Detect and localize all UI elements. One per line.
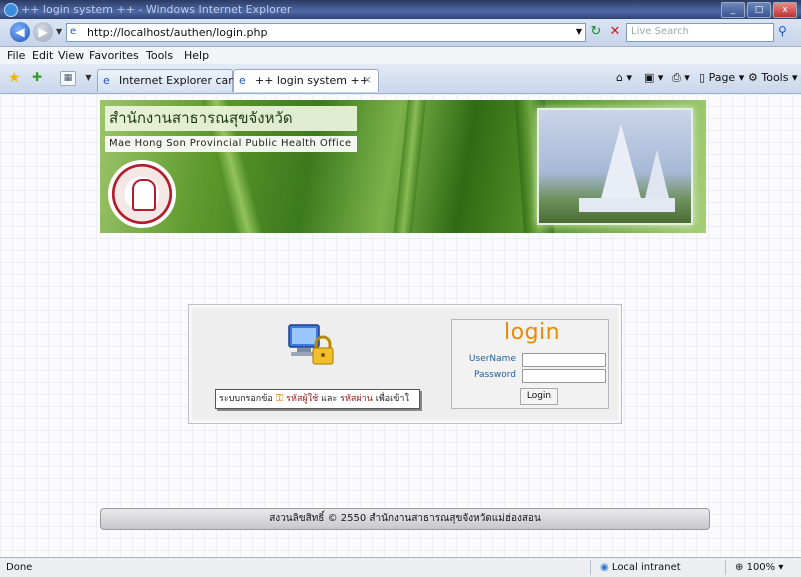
zoom-icon: ⊕ [735, 562, 744, 573]
header-banner: สำนักงานสาธารณสุขจังหวัดแม่ฮ่องสอน Mae H… [100, 100, 706, 233]
tab-page-icon: e [103, 74, 110, 87]
grass-decoration [391, 100, 427, 233]
address-toolbar: ◀ ▶ ▼ e http://localhost/authen/login.ph… [0, 19, 801, 47]
address-dropdown-icon[interactable]: ▼ [576, 27, 582, 36]
username-label: UserName [468, 354, 516, 364]
stop-icon[interactable]: ✕ [607, 24, 623, 39]
banner-english-title: Mae Hong Son Provincial Public Health Of… [105, 136, 357, 152]
forward-button[interactable]: ▶ [33, 22, 53, 42]
login-panel: ระบบกรอกข้อ ⚿ รหัสผู้ใช้ และ รหัสผ่าน เพ… [188, 304, 622, 424]
status-bar: Done ◉ Local intranet ⊕ 100% ▾ [0, 557, 801, 577]
login-heading: login [504, 320, 561, 345]
back-button[interactable]: ◀ [10, 22, 30, 42]
page-icon: e [70, 26, 77, 37]
notice-username: รหัสผู้ใช้ [286, 394, 319, 404]
menu-tools[interactable]: Tools [146, 49, 173, 62]
login-form: login UserName Password Login [451, 319, 609, 409]
search-icon[interactable]: ⚲ [778, 24, 787, 38]
password-input[interactable] [522, 369, 606, 383]
quick-tabs-icon[interactable]: ▦ [60, 71, 76, 86]
tab-ie-cannot[interactable]: e Internet Explorer cannot... [97, 69, 264, 92]
feeds-icon[interactable]: ▣ ▾ [644, 71, 663, 84]
address-field[interactable]: e http://localhost/authen/login.php ▼ [66, 23, 586, 42]
login-notice: ระบบกรอกข้อ ⚿ รหัสผู้ใช้ และ รหัสผ่าน เพ… [215, 389, 420, 409]
tab-label: ++ login system ++ [255, 74, 369, 87]
password-label: Password [473, 370, 516, 380]
close-tab-icon[interactable]: × [363, 73, 372, 86]
tab-toolbar: ★ ✚ ▦ ▼ e Internet Explorer cannot... e … [0, 64, 801, 94]
history-dropdown-icon[interactable]: ▼ [56, 27, 62, 36]
page-menu-label: Page [708, 71, 736, 84]
menu-help[interactable]: Help [184, 49, 209, 62]
window-title: ++ login system ++ - Windows Internet Ex… [21, 3, 292, 16]
status-divider [725, 560, 726, 575]
page-content: สำนักงานสาธารณสุขจังหวัดแม่ฮ่องสอน Mae H… [0, 94, 801, 557]
login-button[interactable]: Login [520, 388, 558, 405]
status-divider [590, 560, 591, 575]
footer-copyright: สงวนลิขสิทธิ์ © 2550 สำนักงานสาธารณสุขจั… [100, 508, 710, 530]
search-input[interactable]: Live Search [626, 23, 774, 42]
search-placeholder: Live Search [631, 26, 689, 37]
banner-thai-title: สำนักงานสาธารณสุขจังหวัดแม่ฮ่องสอน [105, 106, 357, 152]
office-seal-logo [108, 160, 176, 228]
favorites-star-icon[interactable]: ★ [8, 70, 21, 86]
maximize-button[interactable]: □ [747, 2, 771, 18]
menu-bar: File Edit View Favorites Tools Help [0, 47, 801, 64]
notice-and: และ [321, 394, 338, 404]
menu-favorites[interactable]: Favorites [89, 49, 139, 62]
print-icon[interactable]: ⎙ ▾ [672, 71, 690, 85]
refresh-icon[interactable]: ↻ [588, 24, 604, 39]
tools-menu-button[interactable]: ⚙ Tools ▾ [748, 71, 798, 84]
tab-login-system[interactable]: e ++ login system ++ × [233, 69, 379, 92]
temple-photo [537, 108, 693, 225]
zoom-control[interactable]: ⊕ 100% ▾ [735, 562, 783, 573]
zoom-level: 100% [746, 562, 776, 573]
zone-label: Local intranet [611, 562, 681, 573]
ie-logo-icon [4, 3, 18, 17]
notice-suffix: เพื่อเข้าใ [375, 394, 409, 404]
notice-password: รหัสผ่าน [340, 394, 373, 404]
notice-prefix: ระบบกรอกข้อ [219, 394, 273, 404]
intranet-globe-icon: ◉ [600, 562, 609, 573]
window-controls: _ □ x [721, 2, 797, 18]
menu-file[interactable]: File [7, 49, 25, 62]
security-zone[interactable]: ◉ Local intranet [600, 562, 681, 573]
tools-gear-icon: ⚙ [748, 71, 758, 84]
computer-lock-icon [288, 324, 334, 365]
home-icon[interactable]: ⌂ ▾ [616, 71, 632, 84]
page-icon-glyph: ▯ [699, 71, 706, 84]
status-text: Done [6, 562, 33, 573]
page-menu-button[interactable]: ▯ Page ▾ [699, 71, 744, 84]
address-url[interactable]: http://localhost/authen/login.php [87, 26, 267, 39]
tab-list-dropdown-icon[interactable]: ▼ [82, 71, 95, 84]
add-favorite-icon[interactable]: ✚ [32, 70, 42, 84]
minimize-button[interactable]: _ [721, 2, 745, 18]
menu-edit[interactable]: Edit [32, 49, 53, 62]
tools-menu-label: Tools [761, 71, 789, 84]
username-input[interactable] [522, 353, 606, 367]
close-window-button[interactable]: x [773, 2, 797, 18]
key-icon: ⚿ [275, 393, 284, 404]
menu-view[interactable]: View [58, 49, 84, 62]
window-title-bar: ++ login system ++ - Windows Internet Ex… [0, 0, 801, 19]
tab-page-icon: e [239, 74, 246, 87]
